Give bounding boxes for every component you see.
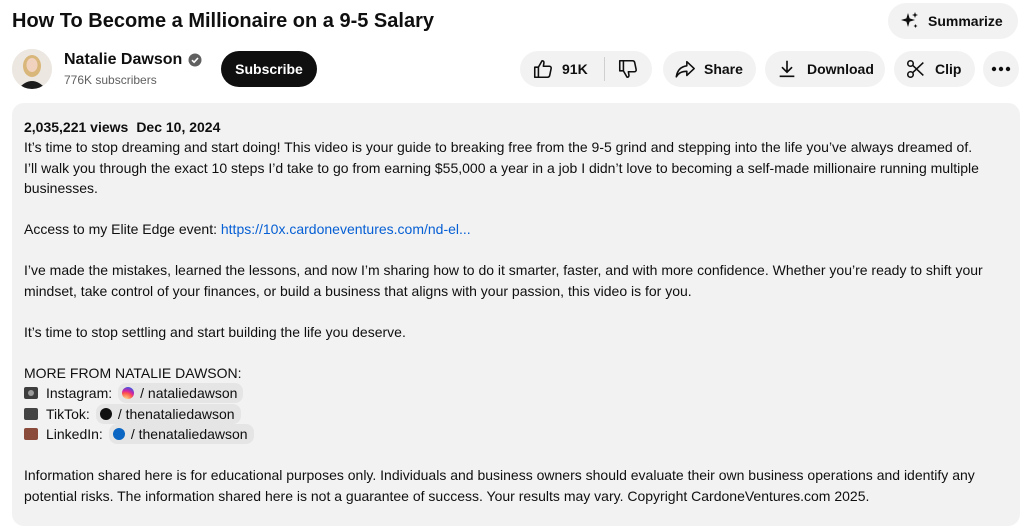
linkedin-icon — [112, 428, 125, 441]
summarize-button[interactable]: Summarize — [888, 3, 1018, 39]
like-button[interactable]: 91K — [520, 51, 604, 87]
verified-icon — [188, 53, 202, 67]
download-label: Download — [807, 61, 874, 77]
social-row-instagram: Instagram: / nataliedawson — [24, 383, 1008, 404]
subscriber-count: 776K subscribers — [64, 73, 157, 87]
social-label: Instagram: — [46, 385, 113, 401]
tiktok-chip[interactable]: / thenataliedawson — [95, 403, 241, 424]
share-label: Share — [704, 61, 743, 77]
download-button[interactable]: Download — [765, 51, 885, 87]
elite-edge-link[interactable]: https://10x.cardoneventures.com/nd-el... — [221, 221, 471, 237]
tiktok-icon — [99, 407, 112, 420]
publish-date: Dec 10, 2024 — [136, 119, 221, 135]
mistakes-line: I’ve made the mistakes, learned the less… — [24, 262, 983, 278]
view-date-row: 2,035,221 views Dec 10, 2024 — [24, 117, 1008, 137]
like-count: 91K — [562, 61, 588, 77]
sparkle-icon — [900, 11, 920, 31]
clip-label: Clip — [935, 61, 962, 77]
social-label: TikTok: — [46, 405, 90, 422]
linkedin-handle: / thenataliedawson — [130, 426, 248, 442]
access-label: Access to my Elite Edge event: — [24, 221, 221, 237]
channel-name[interactable]: Natalie Dawson — [64, 50, 182, 70]
instagram-handle: / nataliedawson — [140, 385, 238, 401]
view-count: 2,035,221 views — [24, 119, 129, 135]
share-button[interactable]: Share — [663, 51, 756, 87]
camera-emoji-icon — [24, 387, 38, 400]
social-row-tiktok: TikTok: / thenataliedawson — [24, 403, 1008, 425]
tiktok-handle: / thenataliedawson — [117, 405, 235, 422]
disclaimer-line: Information shared here is for education… — [24, 467, 975, 483]
video-title: How To Become a Millionaire on a 9-5 Sal… — [12, 10, 434, 32]
disclaimer-line: potential risks. The information shared … — [24, 487, 870, 504]
access-paragraph: Access to my Elite Edge event: https://1… — [24, 219, 1008, 240]
summarize-label: Summarize — [928, 13, 1003, 29]
disclaimer-paragraph: Information shared here is for education… — [24, 465, 1008, 506]
more-horizontal-icon — [991, 66, 1011, 72]
more-actions-button[interactable] — [983, 51, 1019, 87]
briefcase-emoji-icon — [24, 428, 38, 441]
scissors-icon — [905, 58, 927, 80]
download-icon — [776, 58, 798, 80]
thumbs-down-icon — [617, 58, 639, 80]
like-dislike-group: 91K — [520, 51, 652, 87]
settling-paragraph: It’s time to stop settling and start bui… — [24, 323, 406, 340]
description-panel[interactable]: 2,035,221 views Dec 10, 2024 It’s time to… — [12, 103, 1020, 526]
subscribe-button[interactable]: Subscribe — [221, 51, 317, 87]
intro-line: It’s time to stop dreaming and start doi… — [24, 139, 973, 155]
instagram-icon — [122, 387, 135, 400]
mistakes-line: mindset, take control of your finances, … — [24, 282, 692, 299]
socials-section: MORE FROM NATALIE DAWSON: Instagram: / n… — [24, 363, 1008, 445]
clip-button[interactable]: Clip — [894, 51, 975, 87]
intro-line: I’ll walk you through the exact 10 steps… — [24, 159, 979, 176]
linkedin-chip[interactable]: / thenataliedawson — [108, 424, 254, 445]
social-row-linkedin: LinkedIn: / thenataliedawson — [24, 424, 1008, 445]
channel-avatar[interactable] — [12, 49, 52, 89]
intro-line: businesses. — [24, 180, 98, 196]
thumbs-up-icon — [532, 58, 554, 80]
mistakes-paragraph: I’ve made the mistakes, learned the less… — [24, 260, 1008, 301]
social-label: LinkedIn: — [46, 426, 103, 442]
more-from-heading: MORE FROM NATALIE DAWSON: — [24, 364, 242, 381]
dislike-button[interactable] — [605, 51, 651, 87]
instagram-chip[interactable]: / nataliedawson — [118, 383, 244, 404]
clapper-emoji-icon — [24, 407, 38, 420]
share-icon — [674, 58, 696, 80]
intro-paragraph: It’s time to stop dreaming and start doi… — [24, 137, 1008, 199]
